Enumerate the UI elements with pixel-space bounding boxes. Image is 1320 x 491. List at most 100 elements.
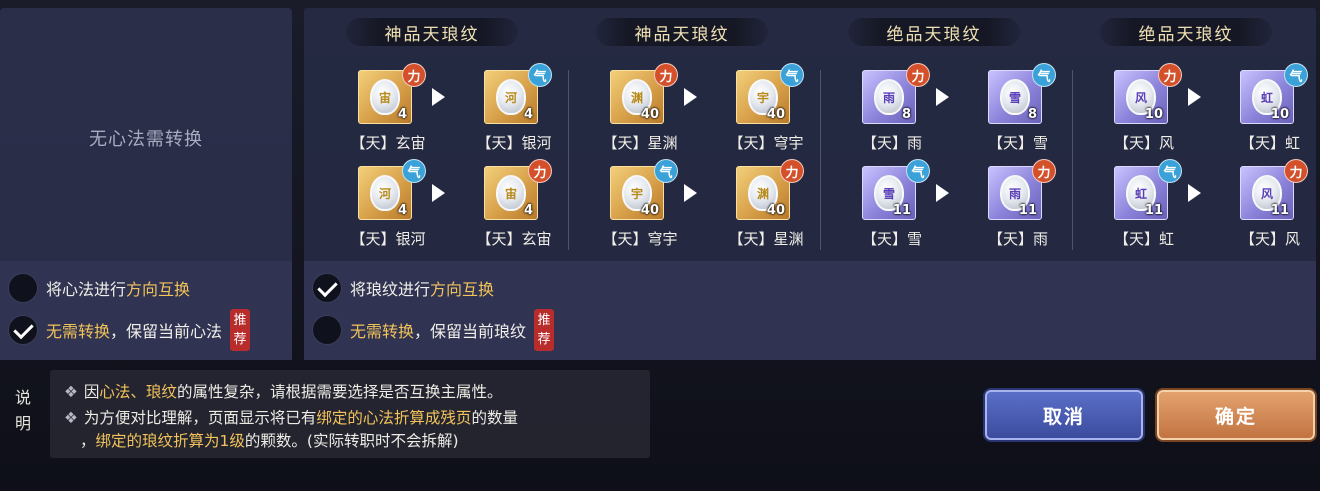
heart-method-swap-radio[interactable] [8, 273, 38, 303]
heart-method-keep-suffix: ，保留当前心法 [110, 322, 223, 341]
note-text: 的属性复杂，请根据需要选择是否互换主属性。 [176, 383, 503, 401]
pattern-name: 【天】雨 [987, 230, 1048, 248]
pattern-item[interactable]: 雪 8 气【天】雪 [970, 63, 1056, 160]
qi-attribute-badge: 气 [402, 159, 426, 183]
confirm-button[interactable]: 确定 [1157, 390, 1315, 440]
arrow-right-icon [432, 184, 445, 202]
pattern-swap-highlight: 方向互换 [430, 280, 495, 299]
diamond-bullet-icon: ❖ [64, 409, 78, 427]
pattern-name: 【天】星渊 [728, 230, 804, 248]
heart-method-keep-radio[interactable] [8, 315, 38, 345]
pattern-item[interactable]: 河 4 气【天】银河 [466, 63, 552, 160]
power-attribute-badge: 力 [1158, 63, 1182, 87]
pattern-swap-radio[interactable] [312, 273, 342, 303]
pattern-item[interactable]: 雨 11 力【天】雨 [970, 159, 1056, 256]
vertical-char: 推 [233, 313, 247, 328]
pattern-item[interactable]: 雪 11 气【天】雪 [844, 159, 930, 256]
pattern-keep-suffix: ，保留当前琅纹 [414, 322, 527, 341]
pattern-item[interactable]: 宇 40 气【天】穹宇 [718, 63, 804, 160]
recommend-badge: 推荐 [534, 309, 555, 351]
jade-pendant-icon: 雪 [1000, 79, 1030, 115]
power-attribute-badge: 力 [780, 159, 804, 183]
pattern-item[interactable]: 宇 40 气【天】穹宇 [592, 159, 678, 256]
pattern-swap-prefix: 将琅纹进行 [350, 280, 431, 299]
pattern-name: 【天】银河 [350, 230, 426, 248]
column-title: 绝品天琅纹 [848, 18, 1020, 46]
qi-attribute-badge: 气 [780, 63, 804, 87]
jade-pendant-icon: 雨 [874, 79, 904, 115]
pattern-name: 【天】雪 [861, 230, 922, 248]
column-divider [1072, 70, 1073, 250]
note-text: 的数量 [471, 409, 518, 427]
pattern-level: 4 [523, 203, 533, 218]
power-attribute-badge: 力 [402, 63, 426, 87]
vertical-char: 推 [537, 313, 551, 328]
note-text: 的颗数。(实际转职时不会拆解) [244, 432, 459, 450]
pattern-level: 11 [1270, 203, 1289, 218]
column-title: 神品天琅纹 [596, 18, 768, 46]
diamond-bullet-icon: ❖ [64, 383, 78, 401]
pattern-item[interactable]: 河 4 气【天】银河 [340, 159, 426, 256]
qi-attribute-badge: 气 [1284, 63, 1308, 87]
vertical-char: 荐 [233, 332, 247, 347]
note-line-1: ❖ 因心法、琅纹的属性复杂，请根据需要选择是否互换主属性。 [64, 380, 502, 402]
pattern-level: 4 [397, 203, 407, 218]
pattern-level: 8 [1027, 107, 1037, 122]
pattern-item[interactable]: 宙 4 力【天】玄宙 [340, 63, 426, 160]
heart-method-panel: 无心法需转换 将心法进行 方向互换 无需转换 ，保留当前心法 推荐 [0, 8, 292, 360]
column-title: 神品天琅纹 [346, 18, 518, 46]
qi-attribute-badge: 气 [906, 159, 930, 183]
vertical-char: 说 [14, 388, 31, 407]
jade-pendant-icon: 河 [370, 175, 400, 211]
pattern-item[interactable]: 渊 40 力【天】星渊 [592, 63, 678, 160]
column-title: 绝品天琅纹 [1100, 18, 1272, 46]
pattern-name: 【天】雨 [861, 134, 922, 152]
pattern-level: 11 [1018, 203, 1037, 218]
pattern-name: 【天】穹宇 [728, 134, 804, 152]
pattern-keep-option[interactable]: 无需转换 ，保留当前琅纹 推荐 [312, 309, 555, 351]
power-attribute-badge: 力 [906, 63, 930, 87]
pattern-swap-option[interactable]: 将琅纹进行 方向互换 [312, 272, 494, 304]
pattern-item[interactable]: 虹 10 气【天】虹 [1222, 63, 1308, 160]
pattern-item[interactable]: 雨 8 力【天】雨 [844, 63, 930, 160]
pattern-level: 4 [523, 107, 533, 122]
power-attribute-badge: 力 [1284, 159, 1308, 183]
power-attribute-badge: 力 [528, 159, 552, 183]
note-text: 因 [83, 383, 100, 401]
pattern-level: 8 [901, 107, 911, 122]
pattern-item[interactable]: 渊 40 力【天】星渊 [718, 159, 804, 256]
cancel-button[interactable]: 取消 [985, 390, 1143, 440]
pattern-item[interactable]: 风 10 力【天】风 [1096, 63, 1182, 160]
pattern-keep-radio[interactable] [312, 315, 342, 345]
pattern-name: 【天】银河 [476, 134, 552, 152]
heart-method-swap-prefix: 将心法进行 [46, 280, 127, 299]
pattern-item[interactable]: 虹 11 气【天】虹 [1096, 159, 1182, 256]
pattern-level: 40 [640, 107, 659, 122]
pattern-name: 【天】雪 [987, 134, 1048, 152]
power-attribute-badge: 力 [654, 63, 678, 87]
note-text: 为方便对比理解，页面显示将已有 [83, 409, 317, 427]
pattern-name: 【天】玄宙 [476, 230, 552, 248]
arrow-right-icon [1188, 184, 1201, 202]
pattern-panel: 神品天琅纹宙 4 力【天】玄宙河 4 气【天】银河河 4 气【天】银河宙 4 力【天】玄宙 神品天… [304, 8, 1316, 360]
pattern-name: 【天】风 [1113, 134, 1174, 152]
pattern-name: 【天】虹 [1113, 230, 1174, 248]
heart-method-keep-option[interactable]: 无需转换 ，保留当前心法 推荐 [8, 309, 251, 351]
jade-pendant-icon: 河 [496, 79, 526, 115]
no-conversion-message: 无心法需转换 [89, 129, 203, 150]
vertical-char: 荐 [537, 332, 551, 347]
arrow-right-icon [684, 184, 697, 202]
pattern-name: 【天】星渊 [602, 134, 678, 152]
pattern-item[interactable]: 宙 4 力【天】玄宙 [466, 159, 552, 256]
power-attribute-badge: 力 [1032, 159, 1056, 183]
pattern-level: 10 [1270, 107, 1289, 122]
pattern-level: 10 [1144, 107, 1163, 122]
note-highlight: 绑定的琅纹折算为1级 [95, 432, 245, 450]
pattern-item[interactable]: 风 11 力【天】风 [1222, 159, 1308, 256]
qi-attribute-badge: 气 [1032, 63, 1056, 87]
heart-method-swap-option[interactable]: 将心法进行 方向互换 [8, 272, 190, 304]
pattern-level: 40 [766, 107, 785, 122]
column-divider [568, 70, 569, 250]
arrow-right-icon [1188, 88, 1201, 106]
jade-pendant-icon: 宙 [370, 79, 400, 115]
